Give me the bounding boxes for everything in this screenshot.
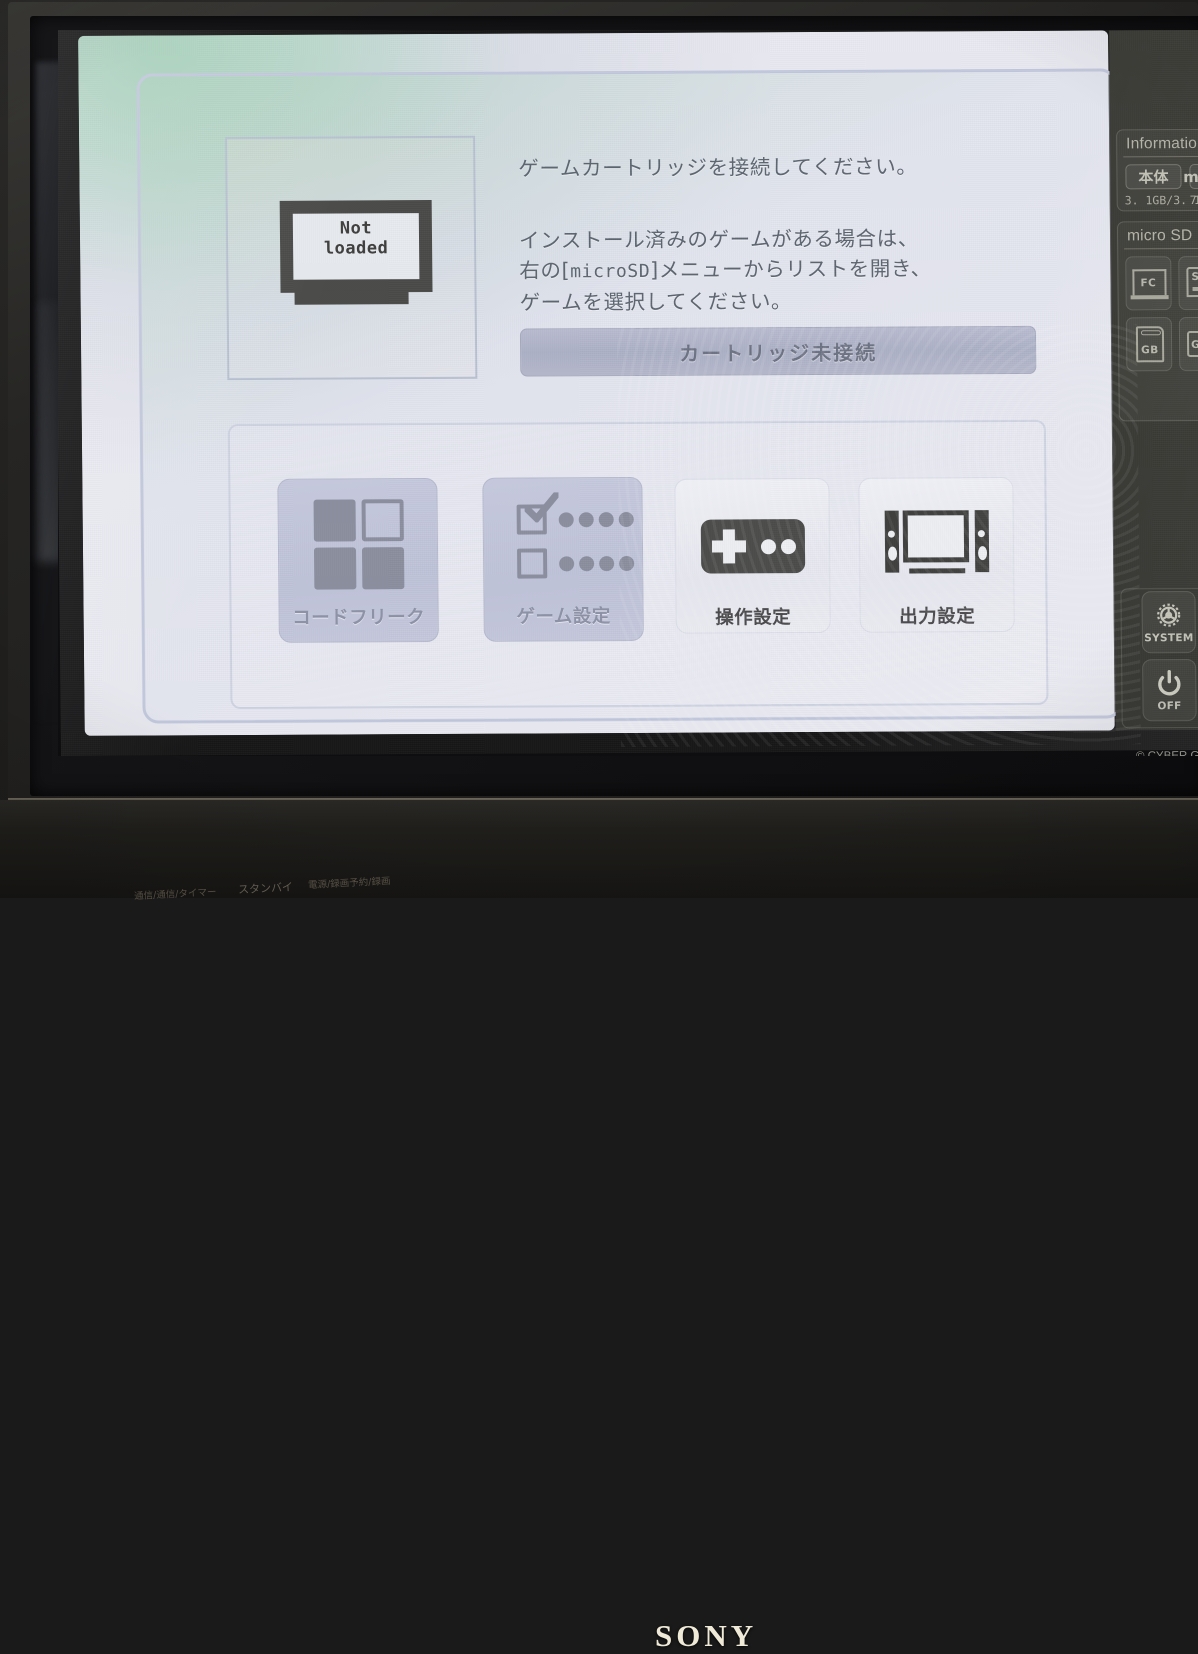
cartridge-button-label: FC	[1140, 277, 1157, 290]
menu-tile-controller-settings[interactable]: 操作設定	[674, 477, 831, 634]
photo-of-tv-screen: Not loaded ゲームカートリッジを接続してください。 インストール済みの…	[0, 0, 1198, 1653]
system-button-label: SYSTEM	[1144, 632, 1194, 645]
gear-icon	[1157, 603, 1181, 627]
information-group: Information 本体 microSD 3. 1GB/3. 1GB 7. …	[1116, 128, 1198, 212]
cartridge-button-sfc[interactable]: SFC	[1178, 255, 1198, 311]
device-ui: Not loaded ゲームカートリッジを接続してください。 インストール済みの…	[58, 30, 1198, 756]
cartridge-connector	[294, 290, 409, 305]
menu-tile-label: コードフリーク	[292, 607, 426, 629]
checklist-icon	[511, 492, 635, 595]
cartridge-type-grid: FC SFC GB GBA	[1125, 255, 1198, 372]
lcd-screen: Not loaded ゲームカートリッジを接続してください。 インストール済みの…	[58, 30, 1198, 756]
right-sidebar: Information 本体 microSD 3. 1GB/3. 1GB 7. …	[1109, 30, 1198, 731]
menu-tile-game-settings[interactable]: ゲーム設定	[482, 476, 644, 642]
status-badge-label: カートリッジ未接続	[679, 340, 878, 366]
cartridge-button-label: GB	[1141, 344, 1159, 357]
four-squares-icon	[306, 499, 411, 596]
cartridge-button-label: SFC	[1191, 270, 1198, 284]
cartridge-preview-box: Not loaded	[225, 135, 478, 381]
cartridge-button-fc[interactable]: FC	[1125, 256, 1172, 311]
microsd-storage-capacity: 7. 2GB/7	[1189, 192, 1198, 208]
brand-logo: SONY	[655, 1618, 758, 1653]
microsd-token: microSD	[570, 260, 651, 283]
check-mark	[524, 492, 559, 523]
instruction-line-2c: ゲームを選択してください。	[519, 289, 793, 315]
cartridge-button-label: GBA	[1191, 338, 1198, 352]
physical-button-label: 電源/録画予約/録画	[307, 875, 391, 892]
instruction-block-2: インストール済みのゲームがある場合は、 右の[microSD]メニューからリスト…	[519, 223, 932, 317]
system-buttons-group: SYSTEM OFF ?	[1120, 587, 1198, 729]
cartridge-button-gba[interactable]: GBA	[1178, 316, 1198, 372]
tab-internal-storage[interactable]: 本体	[1125, 164, 1182, 190]
cartridge-not-loaded-icon: Not loaded	[279, 200, 433, 309]
microsd-group: micro SD FC SFC GB GBA	[1116, 220, 1198, 422]
cartridge-icon-label: Not loaded	[323, 218, 389, 259]
physical-button-labels: 通信/通信/タイマー スタンバイ 電源/録画予約/録画	[120, 876, 450, 902]
menu-tile-label: 操作設定	[715, 607, 792, 629]
cartridge-button-gb[interactable]: GB	[1125, 317, 1173, 372]
copyright-notice: © CYBER Gadget Corporation	[1136, 749, 1198, 756]
microsd-title: micro SD	[1126, 227, 1193, 245]
power-off-button[interactable]: OFF	[1142, 659, 1197, 722]
instruction-line-2b: 右の[microSD]メニューからリストを開き、	[519, 256, 932, 283]
physical-button-label: 通信/通信/タイマー	[133, 886, 217, 903]
divider	[1124, 247, 1198, 250]
tab-microsd-storage[interactable]: microSD	[1183, 163, 1198, 190]
information-title: Information	[1126, 134, 1198, 153]
system-button[interactable]: SYSTEM	[1141, 591, 1197, 654]
gamepad-icon	[700, 499, 805, 596]
menu-tile-label: ゲーム設定	[516, 606, 611, 628]
menu-tile-code-freak[interactable]: コードフリーク	[277, 477, 439, 643]
menu-tile-output-settings[interactable]: 出力設定	[858, 476, 1015, 633]
instruction-line-1: ゲームカートリッジを接続してください。	[518, 154, 918, 181]
internal-storage-capacity: 3. 1GB/3. 1GB	[1124, 192, 1198, 208]
power-icon	[1158, 669, 1181, 696]
physical-button-label: スタンバイ	[237, 880, 294, 897]
status-badge: カートリッジ未接続	[519, 325, 1037, 377]
instruction-line-2a: インストール済みのゲームがある場合は、	[518, 226, 920, 253]
tv-speakers-icon	[884, 498, 989, 595]
power-off-button-label: OFF	[1157, 700, 1182, 713]
menu-tile-label: 出力設定	[899, 606, 976, 628]
divider	[1123, 155, 1198, 158]
